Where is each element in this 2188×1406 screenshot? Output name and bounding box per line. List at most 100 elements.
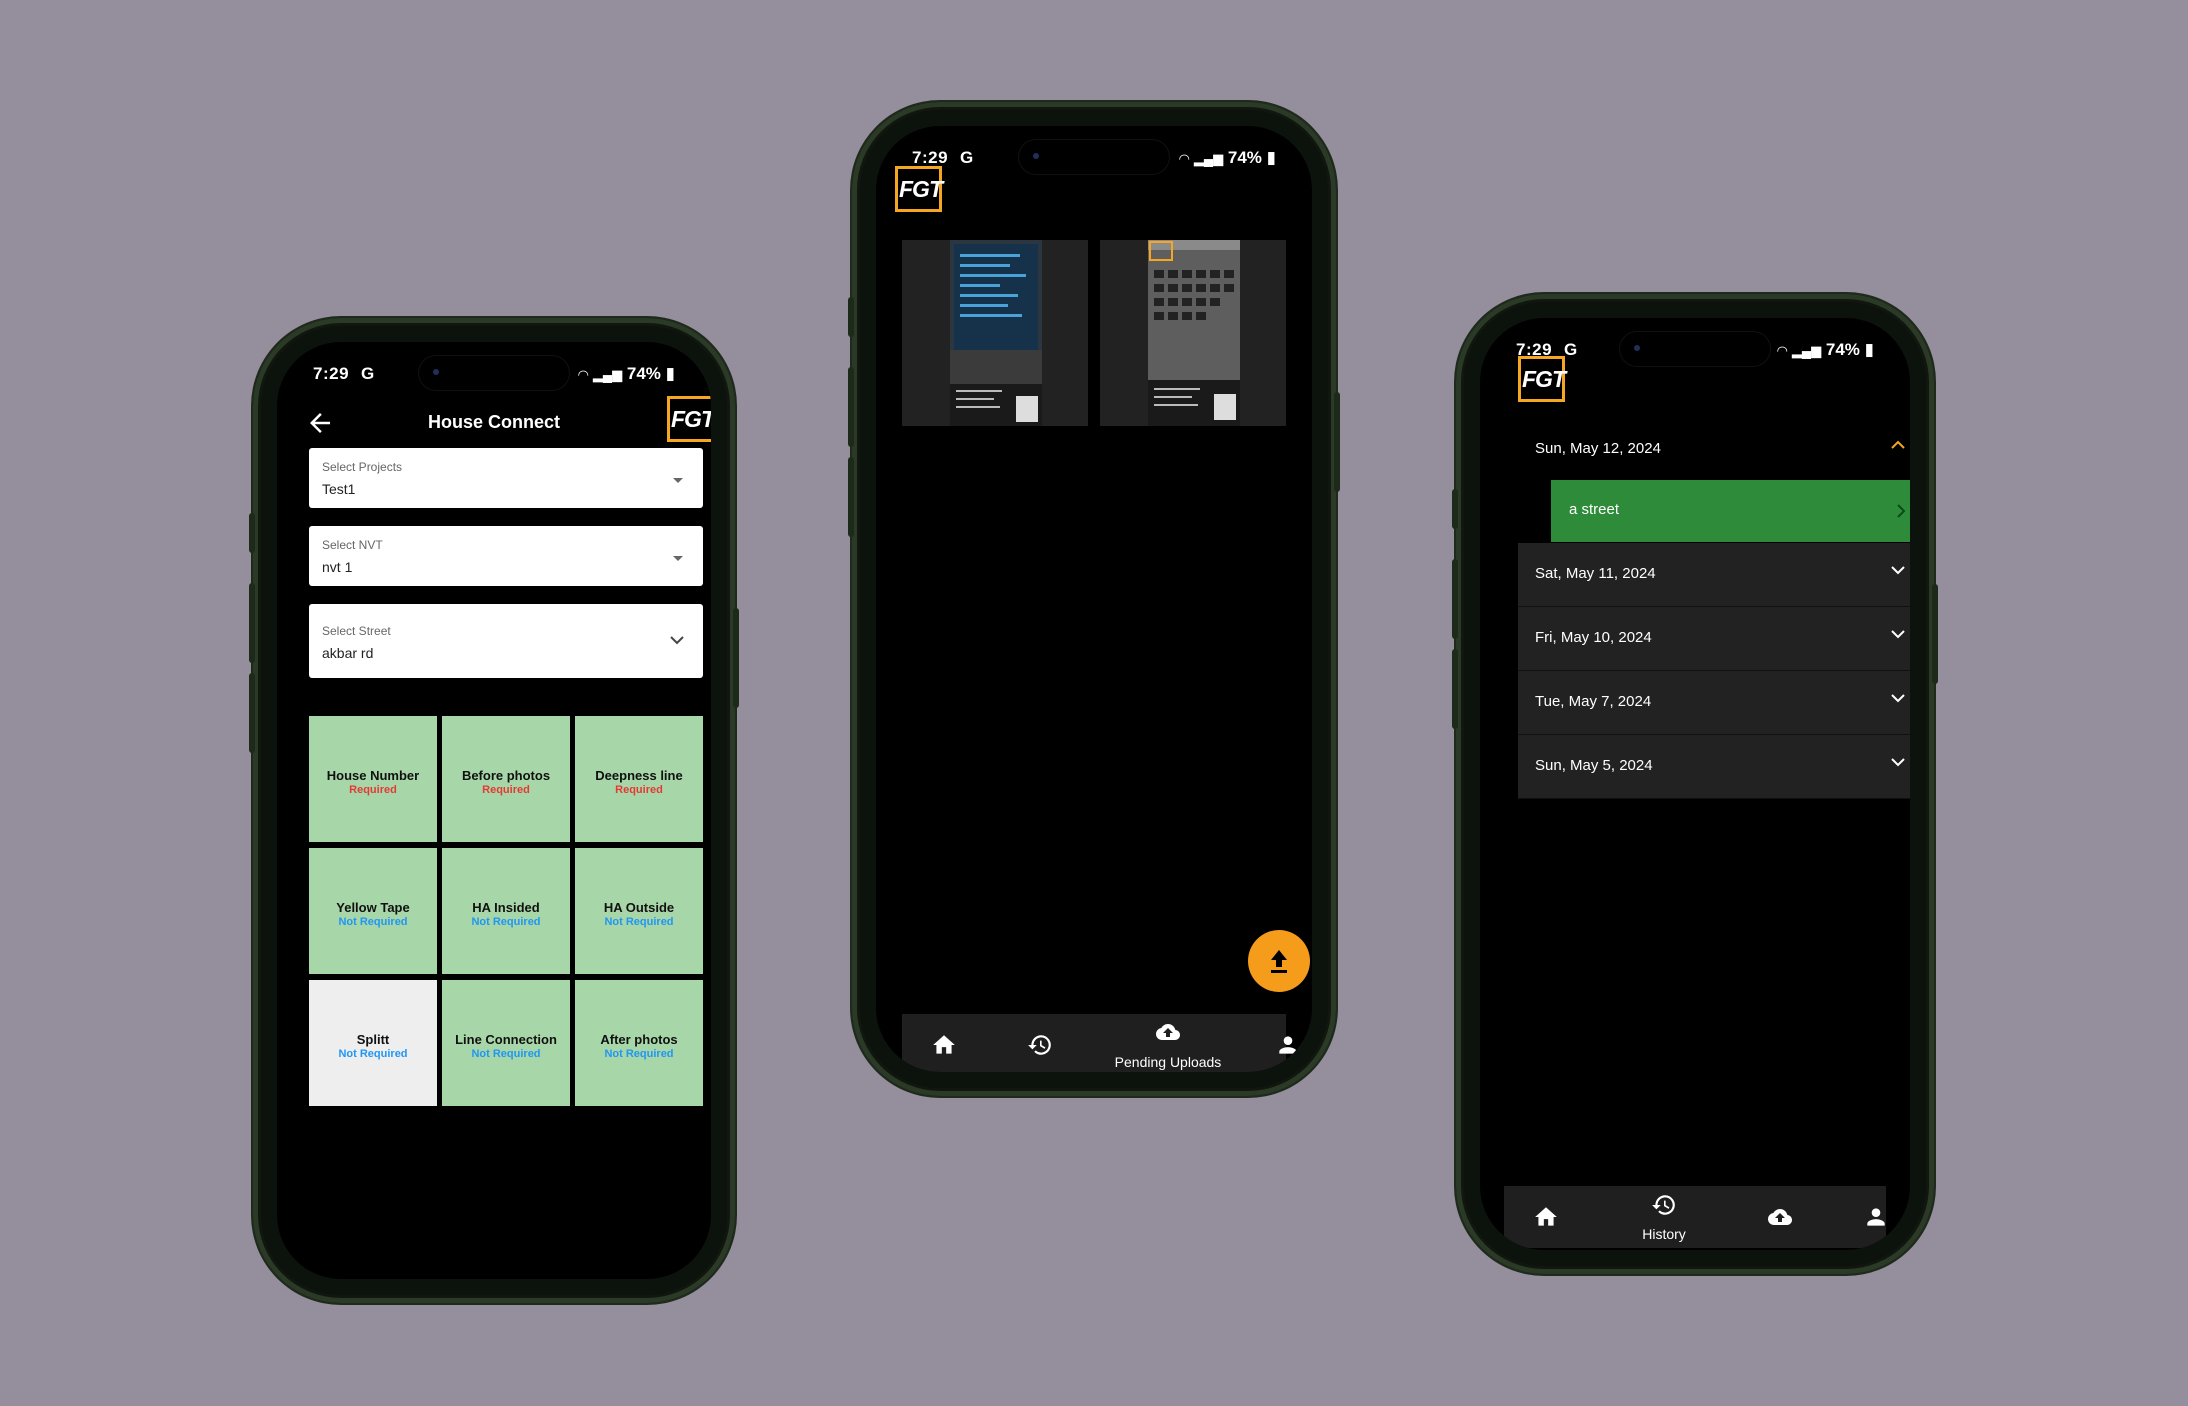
nav-history[interactable]: History [1642,1186,1686,1248]
camera-cutout [1620,332,1770,366]
power-button [733,608,739,708]
tile-status: Not Required [338,1048,408,1060]
history-date: Sun, May 12, 2024 [1535,440,1661,457]
upload-fab-button[interactable] [1248,930,1310,992]
bottom-navigation: History [1504,1186,1886,1248]
tile-title: After photos [600,1032,678,1047]
status-g-icon: G [361,364,375,383]
screen: 7:29 G ◠ ▂▄▆ 74% ▮ FGT Sun, May 12, 2024… [1480,318,1910,1250]
tile-before-photos[interactable]: Before photos Required [442,716,570,842]
home-icon [1535,1207,1557,1226]
side-button [848,457,854,537]
fgt-logo: FGT [895,166,943,212]
history-day-header[interactable]: Sat, May 11, 2024 [1518,543,1910,607]
tile-title: Deepness line [595,768,683,783]
history-day-header[interactable]: Fri, May 10, 2024 [1518,607,1910,671]
select-projects-dropdown[interactable]: Select Projects Test1 [309,448,703,508]
cloud-upload-icon [1768,1209,1792,1225]
pending-photo-thumbnail[interactable] [1100,240,1286,426]
battery-icon: ▮ [665,364,675,383]
nav-profile[interactable] [1856,1186,1896,1248]
status-right: ◠ ▂▄▆ 74% ▮ [1777,340,1874,360]
nav-pending-uploads[interactable]: Pending Uploads [1115,1014,1221,1072]
battery-level: 74% [1825,340,1860,359]
home-icon [933,1035,955,1054]
nav-label: Pending Uploads [1114,1054,1222,1070]
status-time: 7:29 [313,364,350,383]
history-day-header[interactable]: Tue, May 7, 2024 [1518,671,1910,735]
side-button [1452,559,1458,639]
history-date: Tue, May 7, 2024 [1535,693,1652,710]
tile-ha-insided[interactable]: HA Insided Not Required [442,848,570,974]
side-button [1452,489,1458,529]
camera-cutout [1019,140,1169,174]
pending-photo-thumbnail[interactable] [902,240,1088,426]
page-title: House Connect [427,412,560,432]
tile-house-number[interactable]: House Number Required [309,716,437,842]
photo-image [1148,240,1240,426]
tile-title: HA Outside [603,900,675,915]
tile-ha-outside[interactable]: HA Outside Not Required [575,848,703,974]
tile-after-photos[interactable]: After photos Not Required [575,980,703,1106]
wifi-icon: ◠ [1777,343,1788,358]
nav-pending-uploads[interactable] [1760,1186,1800,1248]
history-street-item[interactable]: a street [1551,480,1910,542]
tile-title: Line Connection [455,1032,557,1047]
tile-status: Required [349,784,397,796]
side-button [249,673,255,753]
history-icon [1028,1035,1051,1055]
battery-icon: ▮ [1864,340,1874,359]
signal-icon: ▂▄▆ [592,367,623,382]
history-day-header[interactable]: Sun, May 12, 2024 [1518,418,1910,481]
phone-house-connect: 7:29 G ◠ ▂▄▆ 74% ▮ House Connect FGT Sel… [249,318,739,1303]
tile-title: Yellow Tape [336,900,410,915]
fgt-logo: FGT [667,396,711,442]
side-button [249,583,255,663]
dropdown-label: Select Street [322,624,391,638]
tile-status: Not Required [604,1048,674,1060]
status-right: ◠ ▂▄▆ 74% ▮ [1179,148,1276,168]
select-nvt-dropdown[interactable]: Select NVT nvt 1 [309,526,703,586]
tile-status: Not Required [338,916,408,928]
tile-title: Before photos [461,768,551,783]
tile-line-connection[interactable]: Line Connection Not Required [442,980,570,1106]
power-button [1334,392,1340,492]
photo-image [950,240,1042,426]
tile-splitt[interactable]: Splitt Not Required [309,980,437,1106]
status-right: ◠ ▂▄▆ 74% ▮ [578,364,675,384]
nav-history[interactable] [1020,1014,1060,1072]
wifi-icon: ◠ [1179,151,1190,166]
nav-home[interactable] [1526,1186,1566,1248]
tile-status: Required [482,784,530,796]
nav-label: History [1642,1226,1686,1242]
tile-yellow-tape[interactable]: Yellow Tape Not Required [309,848,437,974]
dropdown-label: Select NVT [322,538,383,552]
status-time: 7:29 [912,148,949,167]
cloud-upload-icon [1156,1024,1180,1040]
nav-home[interactable] [924,1014,964,1072]
person-icon [1867,1208,1885,1226]
nav-profile[interactable] [1268,1014,1308,1072]
tile-title: House Number [326,768,420,783]
screen: 7:29 G ◠ ▂▄▆ 74% ▮ FGT Pending Uploads [876,126,1312,1072]
chevron-down-icon [1891,694,1905,703]
caret-down-icon [673,478,683,483]
phone-pending-uploads: 7:29 G ◠ ▂▄▆ 74% ▮ FGT Pending Uploads [848,102,1340,1096]
signal-icon: ▂▄▆ [1193,151,1224,166]
power-button [1932,584,1938,684]
history-date: Fri, May 10, 2024 [1535,629,1652,646]
chevron-down-icon [1891,758,1905,767]
dropdown-label: Select Projects [322,460,403,474]
status-g-icon: G [960,148,974,167]
phone-history: 7:29 G ◠ ▂▄▆ 74% ▮ FGT Sun, May 12, 2024… [1452,294,1938,1274]
side-button [848,297,854,337]
tile-deepness-line[interactable]: Deepness line Required [575,716,703,842]
signal-icon: ▂▄▆ [1791,343,1822,358]
history-day-header[interactable]: Sun, May 5, 2024 [1518,735,1910,799]
wifi-icon: ◠ [578,367,589,382]
status-g-icon: G [1564,340,1578,359]
battery-level: 74% [626,364,661,383]
chevron-down-icon [1891,566,1905,575]
battery-level: 74% [1227,148,1262,167]
select-street-dropdown[interactable]: Select Street akbar rd [309,604,703,678]
